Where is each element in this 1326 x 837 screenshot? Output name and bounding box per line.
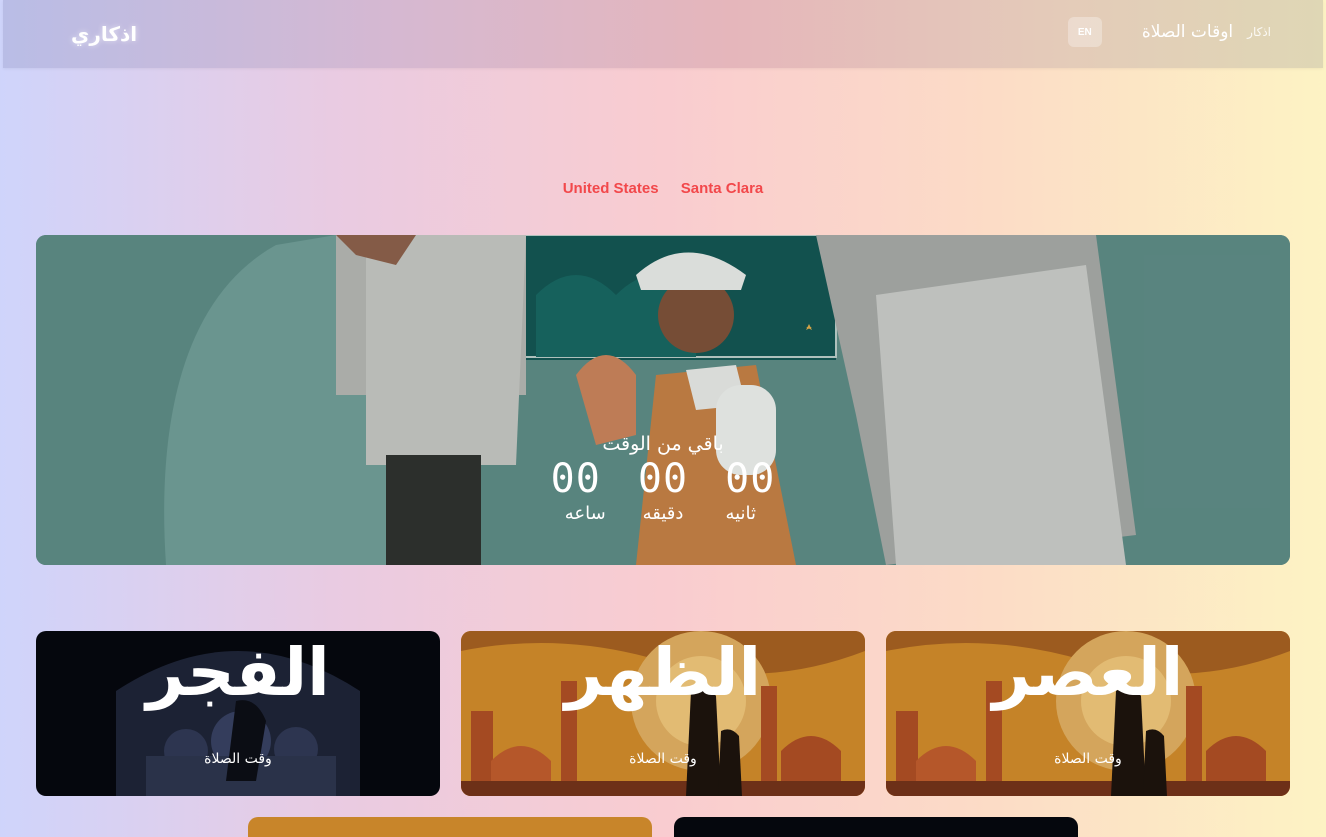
prayer-card-maghrib[interactable] xyxy=(248,817,652,837)
countdown-hero-banner: باقي من الوقت 00 00 00 ساعه دقيقه ثانيه xyxy=(36,235,1290,565)
countdown-minutes-label: دقيقه xyxy=(642,503,684,524)
prayer-card-fajr[interactable]: الفجر وقت الصلاة xyxy=(36,631,440,796)
language-toggle-button[interactable]: EN xyxy=(1067,17,1102,47)
countdown-hours: 00 xyxy=(550,456,601,502)
countdown-title: باقي من الوقت xyxy=(602,433,724,455)
brand-logo[interactable]: اذكاري xyxy=(71,22,137,46)
top-navbar: اذكاري EN اوقات الصلاة اذكار xyxy=(3,0,1323,68)
prayer-subtitle-dhuhr: وقت الصلاة xyxy=(629,751,697,767)
prayer-card-isha[interactable] xyxy=(674,817,1078,837)
prayer-subtitle-fajr: وقت الصلاة xyxy=(204,751,272,767)
prayer-name-fajr: الفجر xyxy=(146,634,330,711)
countdown-timer: باقي من الوقت 00 00 00 ساعه دقيقه ثانيه xyxy=(36,433,1290,524)
location-line: United States Santa Clara xyxy=(0,180,1326,197)
location-city: Santa Clara xyxy=(680,180,764,197)
countdown-minutes: 00 xyxy=(637,456,689,502)
prayer-subtitle-asr: وقت الصلاة xyxy=(1054,751,1122,767)
countdown-seconds-label: ثانيه xyxy=(725,503,757,524)
prayer-card-asr[interactable]: العصر وقت الصلاة xyxy=(886,631,1290,796)
location-country: United States xyxy=(562,180,659,197)
prayer-name-dhuhr: الظهر xyxy=(564,634,762,711)
countdown-digits: 00 00 00 xyxy=(36,457,1290,501)
prayer-card-dhuhr[interactable]: الظهر وقت الصلاة xyxy=(461,631,865,796)
prayer-name-asr: العصر xyxy=(992,634,1184,711)
countdown-units: ساعه دقيقه ثانيه xyxy=(36,503,1290,524)
countdown-seconds: 00 xyxy=(725,456,776,502)
nav-link-prayer-times[interactable]: اوقات الصلاة xyxy=(1142,22,1233,42)
nav-links: EN اوقات الصلاة اذكار xyxy=(1067,17,1271,47)
nav-link-adhkar[interactable]: اذكار xyxy=(1247,25,1271,39)
countdown-hours-label: ساعه xyxy=(564,503,606,524)
